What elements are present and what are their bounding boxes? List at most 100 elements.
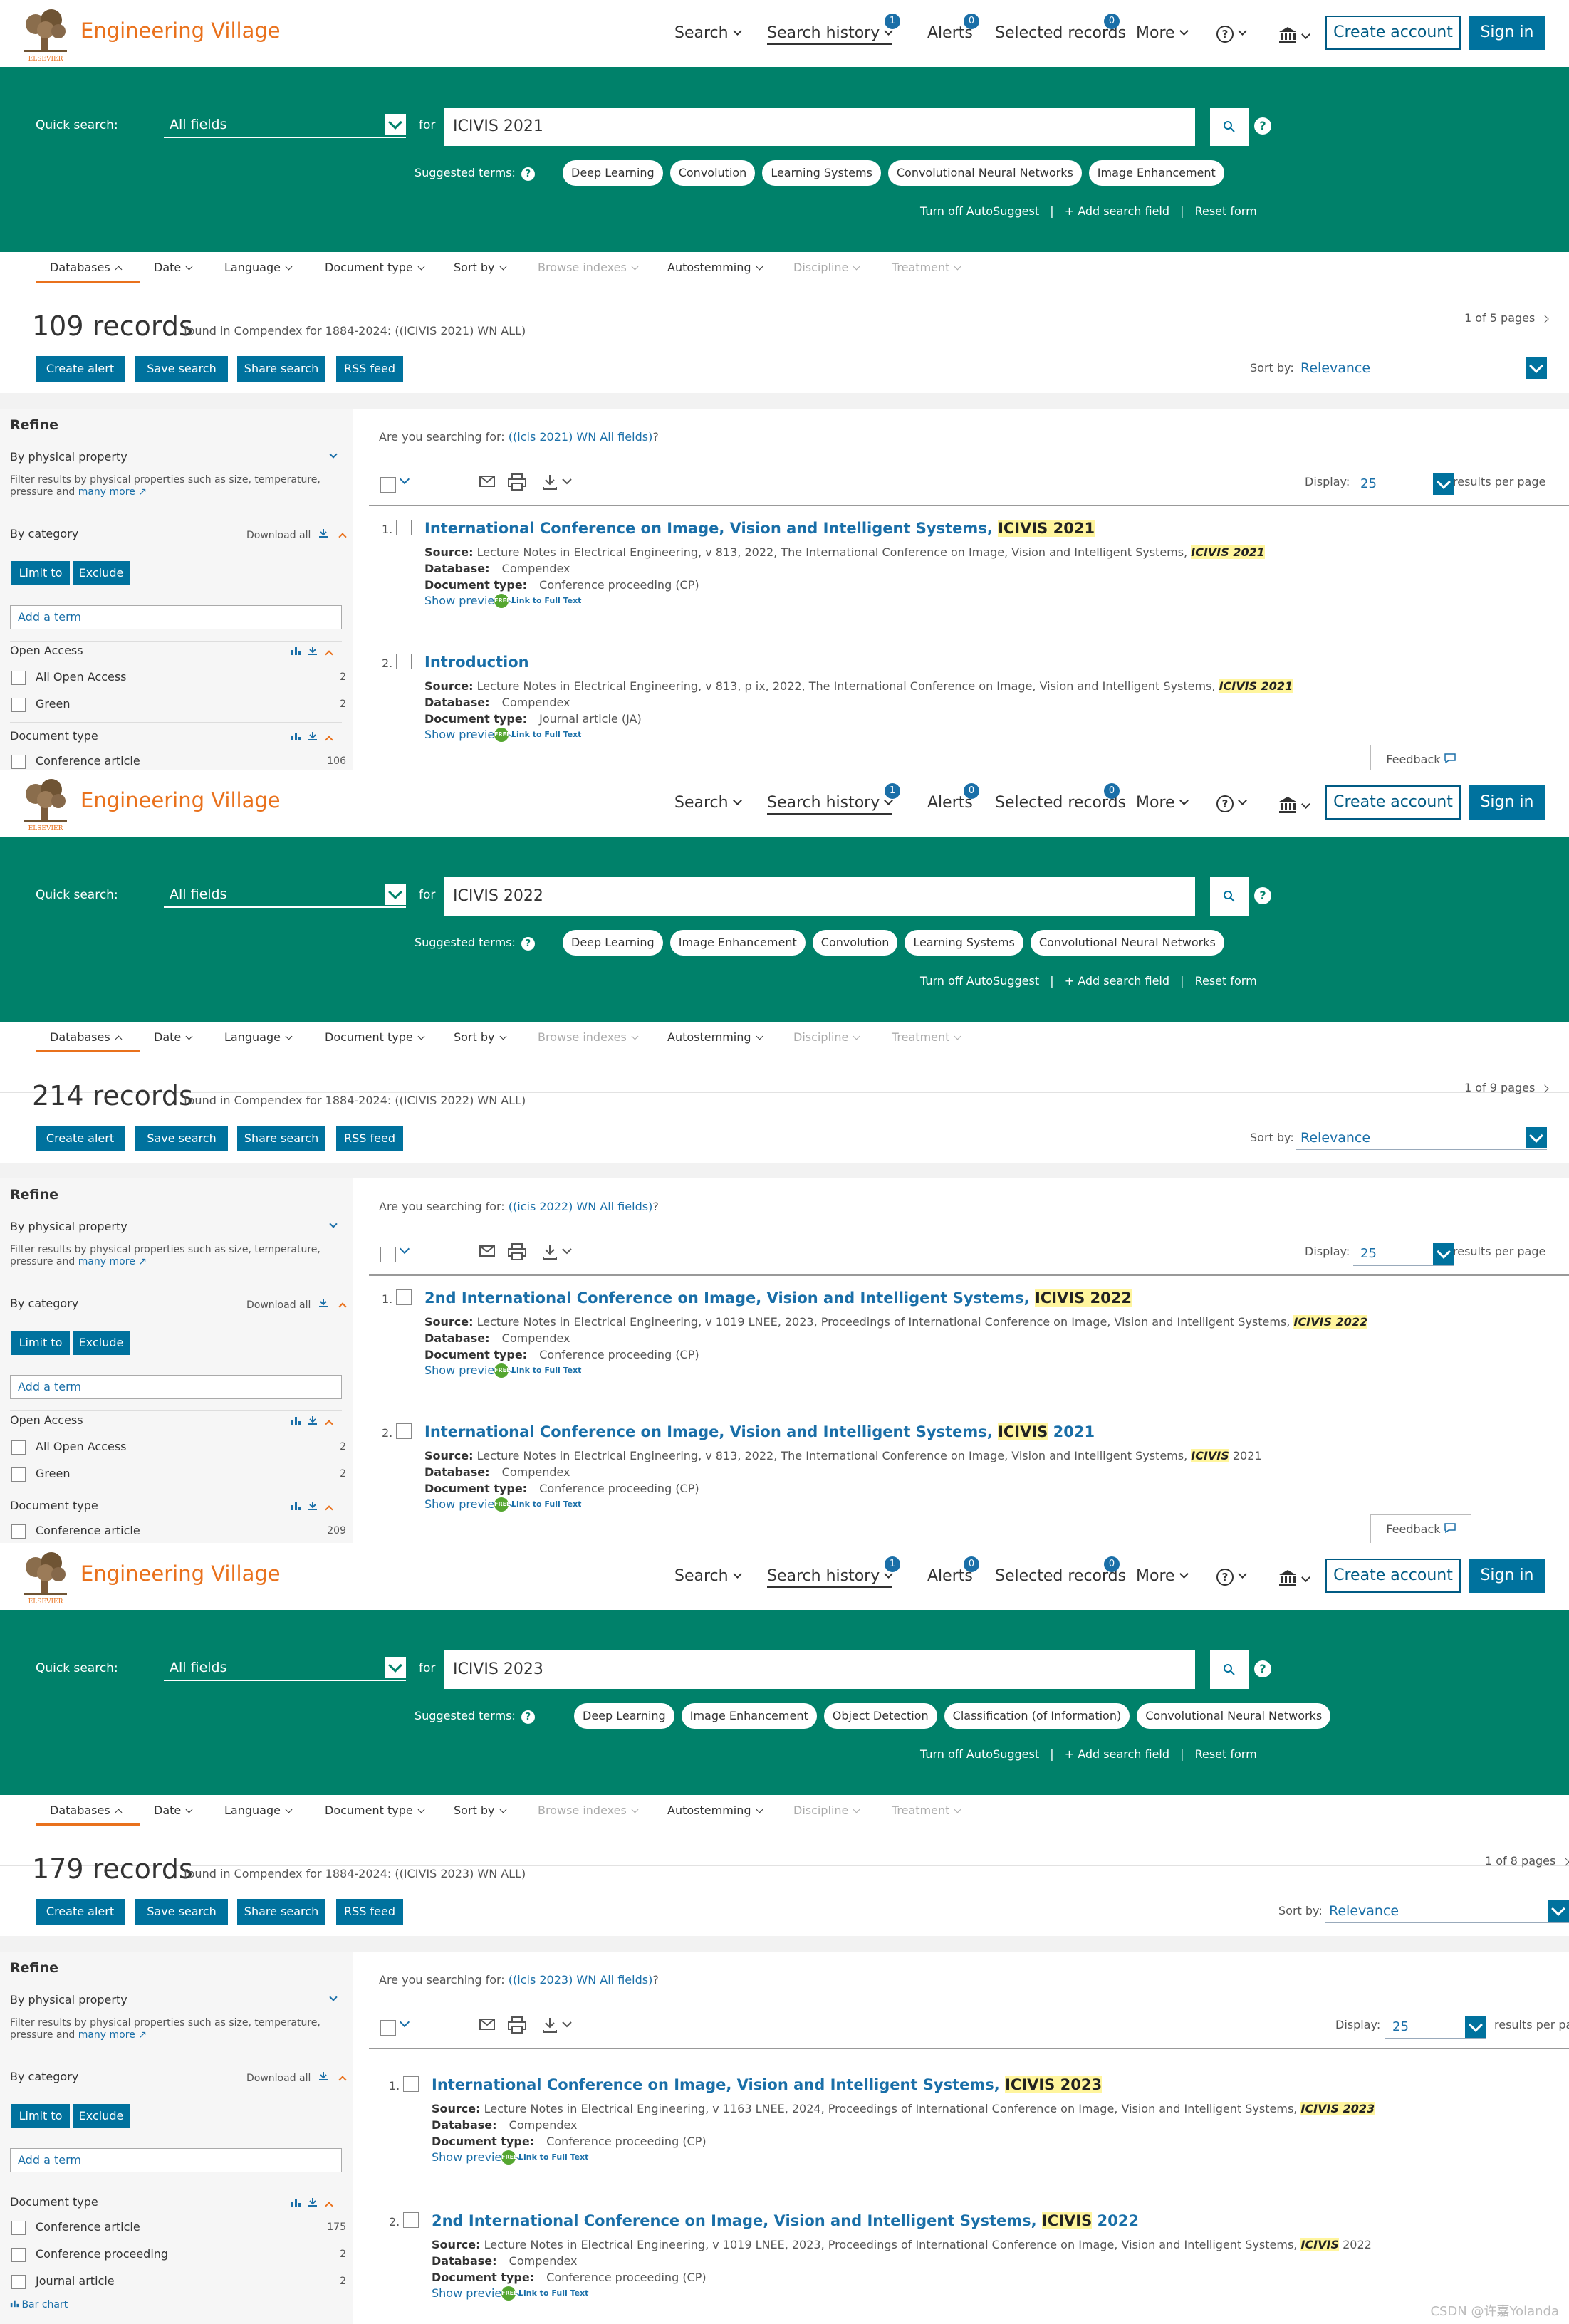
create-alert-button[interactable]: Create alert <box>36 1899 125 1925</box>
result-title-link[interactable]: International Conference on Image, Visio… <box>424 1423 1095 1440</box>
brand-title[interactable]: Engineering Village <box>80 788 281 812</box>
tab-autostemming[interactable]: Autostemming <box>667 1030 763 1044</box>
by-physical-property-header[interactable]: By physical property <box>10 1220 127 1233</box>
by-category-header[interactable]: By category <box>10 527 78 540</box>
pagination[interactable]: 1 of 5 pages <box>1464 311 1550 325</box>
full-text-link[interactable]: FREELink to Full Text <box>494 1497 581 1512</box>
facet-checkbox[interactable] <box>11 1467 26 1482</box>
institution-menu[interactable] <box>1278 794 1310 815</box>
many-more-link[interactable]: many more <box>78 1256 135 1267</box>
institution-menu[interactable] <box>1278 1567 1310 1588</box>
nav-search-history[interactable]: Search history <box>767 1567 894 1588</box>
reset-form-link[interactable]: Reset form <box>1195 204 1257 218</box>
by-physical-property-header[interactable]: By physical property <box>10 1993 127 2006</box>
select-all-checkbox[interactable] <box>380 1247 396 1262</box>
bar-chart-link[interactable]: Bar chart <box>10 2299 68 2310</box>
nav-search-history[interactable]: Search history <box>767 24 894 45</box>
chevron-up-icon[interactable] <box>325 1505 333 1514</box>
feedback-button[interactable]: Feedback <box>1370 745 1471 770</box>
many-more-link[interactable]: many more <box>78 2029 135 2041</box>
turn-off-autosuggest-link[interactable]: Turn off AutoSuggest <box>920 204 1039 218</box>
email-icon[interactable] <box>479 473 496 490</box>
save-search-button[interactable]: Save search <box>135 1899 228 1925</box>
chevron-up-icon[interactable] <box>325 2202 333 2210</box>
bar-chart-icon[interactable] <box>291 1501 301 1511</box>
exclude-button[interactable]: Exclude <box>73 561 130 585</box>
tab-databases[interactable]: Databases <box>50 1030 123 1044</box>
facet-checkbox[interactable] <box>11 1524 26 1539</box>
facet-option[interactable]: Conference article 209 <box>11 1523 346 1539</box>
tab-document-type[interactable]: Document type <box>325 261 425 274</box>
suggested-term-chip[interactable]: Image Enhancement <box>1088 160 1224 186</box>
tab-browse-indexes[interactable]: Browse indexes <box>538 1804 639 1817</box>
search-input[interactable]: ICIVIS 2023 <box>444 1650 1195 1689</box>
chevron-up-icon[interactable] <box>325 650 333 659</box>
tab-sort-by[interactable]: Sort by <box>454 1030 506 1044</box>
rss-feed-button[interactable]: RSS feed <box>336 356 403 382</box>
create-account-button[interactable]: Create account <box>1325 1559 1461 1593</box>
brand-title[interactable]: Engineering Village <box>80 1561 281 1586</box>
result-checkbox[interactable] <box>403 2076 419 2092</box>
help-icon[interactable]: ? <box>521 167 535 181</box>
add-term-input[interactable]: Add a term <box>10 1375 342 1399</box>
display-select[interactable]: 25 <box>1385 2015 1486 2039</box>
result-checkbox[interactable] <box>403 2212 419 2228</box>
chevron-up-icon[interactable] <box>325 736 333 744</box>
full-text-link[interactable]: FREELink to Full Text <box>494 728 581 742</box>
tab-date[interactable]: Date <box>154 1030 193 1044</box>
facet-option[interactable]: Journal article 2 <box>11 2273 346 2289</box>
suggested-term-chip[interactable]: Object Detection <box>823 1703 937 1729</box>
download-icon[interactable] <box>308 646 318 656</box>
add-search-field-link[interactable]: + Add search field <box>1065 1747 1169 1761</box>
tab-document-type[interactable]: Document type <box>325 1030 425 1044</box>
turn-off-autosuggest-link[interactable]: Turn off AutoSuggest <box>920 1747 1039 1761</box>
document-type-header[interactable]: Document type <box>10 2195 98 2209</box>
exclude-button[interactable]: Exclude <box>73 1331 130 1355</box>
download-icon[interactable] <box>541 1242 575 1261</box>
sign-in-button[interactable]: Sign in <box>1469 785 1545 820</box>
open-access-header[interactable]: Open Access <box>10 644 83 657</box>
turn-off-autosuggest-link[interactable]: Turn off AutoSuggest <box>920 974 1039 988</box>
suggested-term-chip[interactable]: Convolutional Neural Networks <box>1030 930 1224 956</box>
search-help-icon[interactable]: ? <box>1254 887 1271 904</box>
download-icon[interactable] <box>541 2016 575 2034</box>
suggested-term-chip[interactable]: Convolution <box>812 930 898 956</box>
suggested-term-chip[interactable]: Image Enhancement <box>669 930 806 956</box>
rss-feed-button[interactable]: RSS feed <box>336 1899 403 1925</box>
exclude-button[interactable]: Exclude <box>73 2104 130 2128</box>
chevron-down-icon[interactable] <box>399 473 410 485</box>
facet-option[interactable]: All Open Access 2 <box>11 1439 346 1455</box>
bar-chart-icon[interactable] <box>291 1415 301 1425</box>
download-all-link[interactable]: Download all <box>246 2071 347 2084</box>
tab-sort-by[interactable]: Sort by <box>454 261 506 274</box>
brand-title[interactable]: Engineering Village <box>80 19 281 43</box>
tab-autostemming[interactable]: Autostemming <box>667 261 763 274</box>
tab-discipline[interactable]: Discipline <box>793 1804 860 1817</box>
print-icon[interactable] <box>507 473 527 491</box>
facet-option[interactable]: Conference article 106 <box>11 753 346 769</box>
share-search-button[interactable]: Share search <box>237 1899 325 1925</box>
chevron-down-icon[interactable] <box>329 1220 338 1228</box>
limit-to-button[interactable]: Limit to <box>11 561 70 585</box>
share-search-button[interactable]: Share search <box>237 356 325 382</box>
limit-to-button[interactable]: Limit to <box>11 1331 70 1355</box>
facet-checkbox[interactable] <box>11 670 26 685</box>
document-type-header[interactable]: Document type <box>10 729 98 743</box>
tab-autostemming[interactable]: Autostemming <box>667 1804 763 1817</box>
suggested-term-chip[interactable]: Convolution <box>669 160 756 186</box>
select-all-checkbox[interactable] <box>380 2020 396 2036</box>
by-category-header[interactable]: By category <box>10 2070 78 2083</box>
tab-treatment[interactable]: Treatment <box>892 1804 961 1817</box>
facet-checkbox[interactable] <box>11 754 26 769</box>
help-menu[interactable]: ? <box>1216 794 1247 812</box>
result-checkbox[interactable] <box>396 1289 412 1305</box>
result-title-link[interactable]: International Conference on Image, Visio… <box>432 2076 1103 2093</box>
pagination[interactable]: 1 of 8 pages <box>1485 1854 1569 1868</box>
result-checkbox[interactable] <box>396 1423 412 1439</box>
result-title-link[interactable]: International Conference on Image, Visio… <box>424 520 1095 537</box>
suggested-term-chip[interactable]: Deep Learning <box>574 1703 674 1729</box>
search-input[interactable]: ICIVIS 2022 <box>444 877 1195 916</box>
nav-search[interactable]: Search <box>674 24 742 42</box>
bar-chart-icon[interactable] <box>291 646 301 656</box>
create-alert-button[interactable]: Create alert <box>36 1126 125 1151</box>
